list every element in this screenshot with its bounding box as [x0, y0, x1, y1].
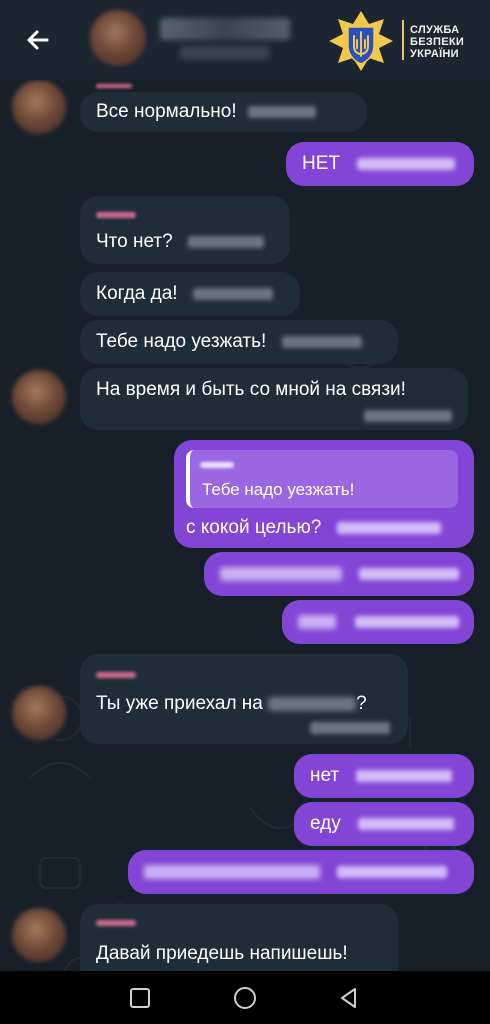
message-bubble[interactable]: НЕТ [286, 142, 474, 186]
recent-apps-button[interactable] [127, 985, 153, 1011]
place-name-redacted [268, 696, 357, 711]
message-time-redacted [336, 521, 441, 534]
message-text-end: ? [356, 693, 367, 714]
sender-avatar[interactable] [12, 686, 66, 740]
message-time-redacted [247, 105, 316, 118]
message-text: Ты уже приехал на [96, 693, 263, 714]
message-text: Когда да! [96, 283, 178, 304]
message-time-redacted [187, 235, 264, 248]
sender-avatar[interactable] [12, 80, 66, 134]
message-bubble[interactable]: еду [294, 802, 474, 846]
message-time-redacted [357, 157, 456, 170]
message-time-redacted [356, 769, 453, 782]
reply-quote-text: Тебе надо уезжать! [202, 480, 355, 499]
message-bubble[interactable]: Ты уже приехал на ? [80, 654, 408, 744]
message-time-redacted [337, 865, 448, 878]
message-text: Все нормально! [96, 101, 237, 122]
message-bubble[interactable]: нет [294, 754, 474, 798]
chat-header: СЛУЖБА БЕЗПЕКИ УКРАЇНИ [0, 0, 490, 80]
message-time-redacted [192, 287, 273, 300]
message-time-redacted [364, 410, 452, 422]
sender-name-redacted [96, 212, 136, 218]
chat-message-list[interactable]: Все нормально! НЕТ Что нет? Когда да! Те… [0, 80, 490, 971]
sender-name-redacted [96, 920, 136, 926]
sender-name-redacted [96, 84, 132, 88]
message-time-redacted [281, 335, 362, 348]
message-text-redacted [144, 864, 320, 879]
message-time-redacted [358, 817, 455, 830]
message-bubble[interactable]: Тебе надо уезжать! [80, 320, 398, 364]
square-icon [130, 988, 150, 1008]
message-time-redacted [310, 722, 390, 734]
contact-avatar[interactable] [90, 10, 146, 66]
message-text: Тебе надо уезжать! [96, 331, 267, 352]
logo-divider [402, 20, 404, 60]
org-line-3: УКРАЇНИ [410, 48, 459, 60]
message-text: НЕТ [302, 153, 340, 174]
message-bubble[interactable]: Все нормально! [80, 92, 367, 132]
org-line-2: БЕЗПЕКИ [410, 36, 465, 48]
circle-icon [234, 987, 256, 1009]
message-text: Что нет? [96, 231, 173, 252]
org-line-1: СЛУЖБА [410, 24, 460, 36]
reply-sender-redacted [200, 462, 234, 468]
message-text: нет [310, 765, 340, 786]
sbu-org-name: СЛУЖБА БЕЗПЕКИ УКРАЇНИ [410, 24, 464, 60]
arrow-left-icon [27, 30, 49, 50]
message-bubble[interactable]: На время и быть со мной на связи! [80, 368, 468, 430]
home-button[interactable] [232, 985, 258, 1011]
message-bubble[interactable]: Тебе надо уезжать! с кокой целью? [174, 440, 474, 548]
message-bubble[interactable] [128, 850, 474, 894]
message-text: с кокой целью? [186, 517, 322, 538]
message-time-redacted [359, 567, 460, 580]
message-time-redacted [355, 615, 460, 628]
message-text: Давай приедешь напишешь! [96, 943, 348, 964]
message-bubble[interactable]: Что нет? [80, 196, 290, 264]
message-text-redacted [298, 614, 336, 629]
contact-name-redacted[interactable] [160, 18, 290, 40]
message-text: На время и быть со мной на связи! [96, 379, 406, 400]
message-text-redacted [220, 566, 342, 581]
back-nav-button[interactable] [336, 985, 362, 1011]
message-text: еду [310, 813, 341, 834]
message-bubble[interactable] [204, 552, 474, 596]
reply-quote[interactable]: Тебе надо уезжать! [186, 450, 458, 508]
sender-avatar[interactable] [12, 908, 66, 962]
sbu-trident-shield-icon [329, 11, 393, 71]
back-button[interactable] [18, 20, 58, 60]
sender-name-redacted [96, 672, 136, 678]
system-navigation-bar [0, 971, 490, 1024]
message-bubble[interactable] [282, 600, 474, 644]
message-bubble[interactable]: Когда да! [80, 272, 300, 316]
sender-avatar[interactable] [12, 370, 66, 424]
triangle-back-icon [341, 988, 356, 1008]
message-bubble[interactable]: Давай приедешь напишешь! [80, 904, 398, 971]
contact-status-redacted [180, 46, 270, 60]
